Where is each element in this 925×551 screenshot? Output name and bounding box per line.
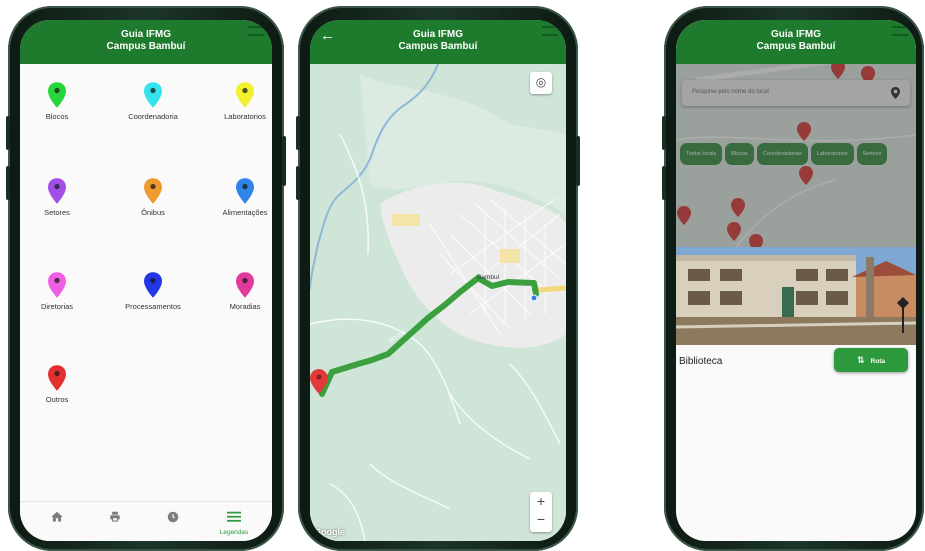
legend-item: Diretorias [22, 272, 92, 311]
app-bar: Guia IFMG Campus Bambuí [20, 20, 272, 64]
map-pin-icon [48, 365, 66, 391]
map-pin-icon [48, 82, 66, 108]
legend-item: Laboratorios [210, 82, 272, 121]
locate-icon: ◎ [535, 75, 547, 89]
zoom-controls: + − [530, 492, 552, 532]
zoom-in-button[interactable]: + [530, 492, 552, 510]
place-screen: Guia IFMG Campus Bambuí Pesquise pelo no… [676, 20, 916, 541]
app-title-line2: Campus Bambuí [756, 41, 836, 52]
legend-item: Alimentações [210, 178, 272, 217]
signal-icon [542, 26, 558, 36]
swap-icon: ⇅ [857, 355, 865, 365]
map-pin-icon [144, 178, 162, 204]
signal-icon [248, 26, 264, 36]
route-button-label: Rota [870, 358, 885, 365]
legend-label: Setores [44, 208, 70, 217]
place-name: Biblioteca [679, 356, 723, 367]
nav-legend[interactable]: Legendas [216, 510, 252, 536]
phone-place-screen: Guia IFMG Campus Bambuí Pesquise pelo no… [662, 6, 924, 551]
my-location-button[interactable]: ◎ [530, 72, 552, 94]
app-title-line1: Guia IFMG [121, 29, 171, 40]
signal-icon [892, 26, 908, 36]
nav-history[interactable] [158, 510, 188, 529]
legend-item: Setores [22, 178, 92, 217]
map-pin-icon [144, 82, 162, 108]
zoom-out-button[interactable]: − [530, 510, 552, 528]
menu-icon [227, 511, 241, 522]
legend-screen: Guia IFMG Campus Bambuí Blocos Coordenado… [20, 20, 272, 541]
nav-legend-label: Legendas [219, 529, 249, 536]
app-title-line2: Campus Bambuí [106, 41, 186, 52]
map-pin-icon [236, 82, 254, 108]
legend-label: Alimentações [222, 208, 268, 217]
map-pin-icon [236, 178, 254, 204]
legend-label: Ônibus [141, 208, 165, 217]
legend-item: Outros [22, 365, 92, 404]
google-attribution: Google [314, 527, 345, 537]
app-title-line1: Guia IFMG [413, 29, 463, 40]
phone-legend-screen: Guia IFMG Campus Bambuí Blocos Coordenado… [6, 6, 286, 551]
app-title-line2: Campus Bambuí [398, 41, 478, 52]
legend-item: Blocos [22, 82, 92, 121]
nav-home[interactable] [42, 510, 72, 529]
city-label: Bambuí [477, 274, 500, 281]
map-pin-icon [48, 272, 66, 298]
legend-item: Moradias [210, 272, 272, 311]
legend-item: Coordenadoria [118, 82, 188, 121]
phone-map-screen: ← Guia IFMG Campus Bambuí Bambuí MG-050 … [296, 6, 580, 551]
home-icon [51, 511, 63, 522]
route-map[interactable]: Bambuí MG-050 ◎ + − Google [310, 63, 566, 541]
legend-item: Ônibus [118, 178, 188, 217]
map-pin-icon [144, 272, 162, 298]
legend-label: Moradias [229, 302, 261, 311]
map-canvas [310, 63, 566, 541]
bottom-navigation: Legendas [20, 501, 272, 541]
nav-print[interactable] [100, 510, 130, 529]
map-screen: ← Guia IFMG Campus Bambuí Bambuí MG-050 … [310, 20, 566, 541]
legend-label: Blocos [45, 112, 69, 121]
clock-icon [167, 511, 179, 523]
printer-icon [110, 511, 120, 522]
back-arrow-icon[interactable]: ← [320, 28, 335, 43]
legend-label: Outros [45, 395, 69, 404]
legend-label: Laboratorios [224, 112, 266, 121]
legend-label: Processamentos [125, 302, 181, 311]
place-photo [676, 247, 916, 345]
legend-label: Coordenadoria [128, 112, 178, 121]
legend-item: Processamentos [118, 272, 188, 311]
map-pin-icon [48, 178, 66, 204]
app-title-line1: Guia IFMG [771, 29, 821, 40]
dim-overlay [676, 64, 916, 247]
app-bar: Guia IFMG Campus Bambuí [676, 20, 916, 64]
app-bar: ← Guia IFMG Campus Bambuí [310, 20, 566, 64]
legend-label: Diretorias [40, 302, 74, 311]
map-pin-icon [236, 272, 254, 298]
route-button[interactable]: ⇅ Rota [834, 348, 908, 372]
